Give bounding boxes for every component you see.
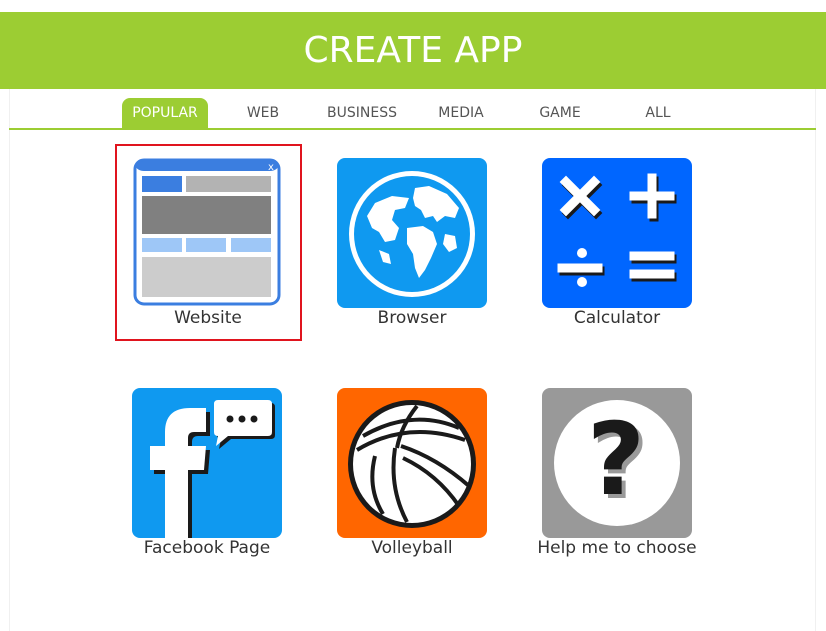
tab-game[interactable]: GAME bbox=[517, 98, 603, 128]
tab-all[interactable]: ALL bbox=[615, 98, 701, 128]
volleyball-icon bbox=[337, 388, 487, 538]
question-mark-icon: ? ? bbox=[542, 388, 692, 538]
app-facebook-page[interactable]: Facebook Page bbox=[132, 388, 282, 568]
tab-media[interactable]: MEDIA bbox=[418, 98, 504, 128]
app-label: Volleyball bbox=[371, 538, 453, 558]
page-title: CREATE APP bbox=[303, 30, 523, 71]
selection-highlight bbox=[115, 144, 302, 341]
tab-business[interactable]: BUSINESS bbox=[319, 98, 405, 128]
app-browser[interactable]: Browser bbox=[337, 158, 487, 338]
app-label: Browser bbox=[377, 308, 447, 328]
category-tabs: POPULAR WEB BUSINESS MEDIA GAME ALL bbox=[9, 97, 816, 130]
tab-popular[interactable]: POPULAR bbox=[122, 98, 208, 128]
app-label: Calculator bbox=[573, 308, 661, 328]
app-calculator[interactable]: Calculator bbox=[542, 158, 692, 338]
globe-icon bbox=[337, 158, 487, 308]
app-volleyball[interactable]: Volleyball bbox=[337, 388, 487, 568]
app-label: Help me to choose bbox=[537, 538, 697, 558]
header-bar: CREATE APP bbox=[0, 12, 826, 89]
tab-web[interactable]: WEB bbox=[220, 98, 306, 128]
facebook-icon bbox=[132, 388, 282, 538]
calculator-icon bbox=[542, 158, 692, 308]
app-help-me-to-choose[interactable]: ? ? Help me to choose bbox=[537, 388, 697, 568]
app-label: Facebook Page bbox=[143, 538, 271, 558]
svg-text:?: ? bbox=[587, 401, 645, 518]
